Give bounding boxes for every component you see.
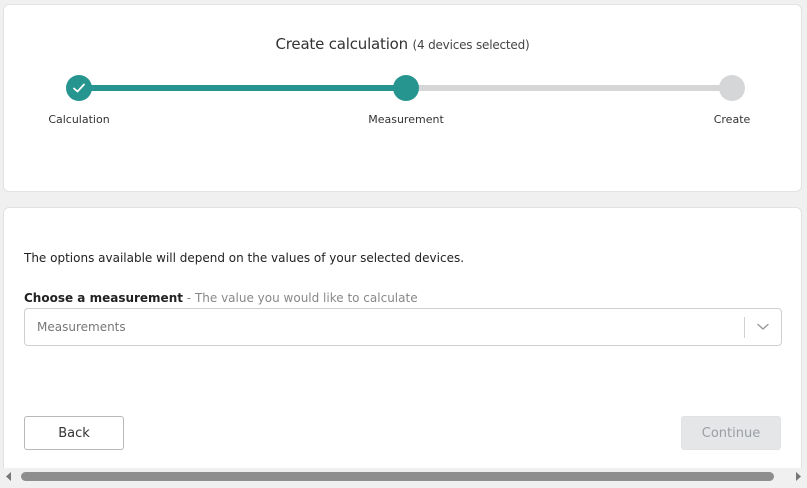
checkmark-icon bbox=[73, 83, 85, 93]
step-measurement-marker bbox=[393, 75, 419, 101]
scroll-left-arrow-icon[interactable] bbox=[6, 472, 12, 481]
stepper-progress-remaining bbox=[406, 85, 733, 91]
measurement-field-label: Choose a measurement - The value you wou… bbox=[24, 291, 418, 305]
scrollbar-thumb[interactable] bbox=[21, 472, 774, 481]
stepper-card: Create calculation (4 devices selected) … bbox=[3, 4, 802, 192]
chevron-down-icon[interactable] bbox=[757, 323, 769, 331]
step-measurement-label: Measurement bbox=[368, 113, 444, 126]
measurement-select-placeholder: Measurements bbox=[37, 320, 126, 334]
step-create-marker bbox=[719, 75, 745, 101]
measurement-label: Choose a measurement bbox=[24, 291, 183, 305]
page-title-text: Create calculation bbox=[275, 35, 409, 53]
stepper-progress-complete bbox=[79, 85, 406, 91]
continue-button[interactable]: Continue bbox=[681, 416, 781, 450]
select-separator bbox=[744, 317, 745, 338]
step-calculation-marker bbox=[66, 75, 92, 101]
back-button[interactable]: Back bbox=[24, 416, 124, 450]
measurement-form-card: The options available will depend on the… bbox=[3, 207, 802, 477]
measurement-select[interactable]: Measurements bbox=[24, 308, 782, 346]
step-create-label: Create bbox=[713, 113, 751, 126]
devices-selected-count: (4 devices selected) bbox=[412, 38, 530, 52]
scroll-right-arrow-icon[interactable] bbox=[795, 472, 801, 481]
step-calculation-label: Calculation bbox=[48, 113, 110, 126]
measurement-hint: - The value you would like to calculate bbox=[182, 291, 418, 305]
options-info-text: The options available will depend on the… bbox=[24, 251, 465, 265]
page-title: Create calculation (4 devices selected) bbox=[4, 35, 801, 53]
horizontal-scrollbar[interactable] bbox=[0, 468, 807, 485]
